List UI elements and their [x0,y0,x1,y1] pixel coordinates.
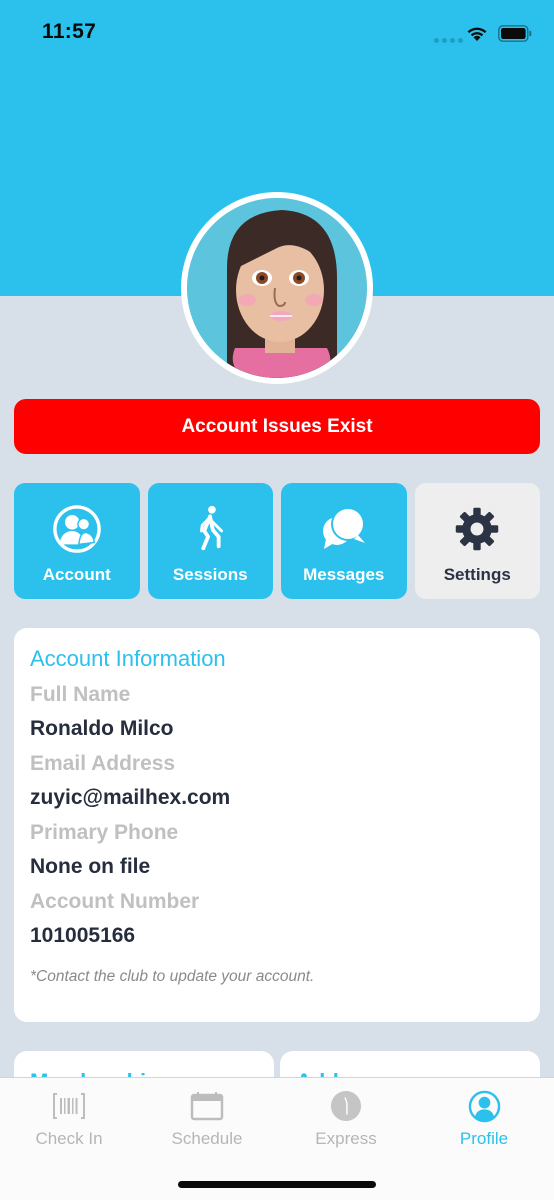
home-indicator[interactable] [178,1181,376,1188]
email-label: Email Address [30,752,176,775]
contact-note: *Contact the club to update your account… [30,968,315,985]
avatar-image [187,198,367,378]
status-time: 11:57 [42,20,97,43]
tile-label: Messages [303,565,385,584]
barcode-icon [52,1089,86,1123]
settings-tile-button[interactable]: Settings [414,483,540,599]
clock-icon [329,1089,363,1123]
chat-bubbles-icon [318,503,370,555]
tile-label: Settings [443,565,511,584]
profile-avatar[interactable] [181,192,373,384]
tab-profile[interactable]: Profile [415,1078,553,1162]
users-circle-icon [51,503,103,555]
gear-icon [451,503,503,555]
calendar-icon [190,1089,224,1123]
phone-label: Primary Phone [30,821,179,844]
cellular-signal-icon [434,38,463,43]
tab-label: Check In [35,1129,103,1148]
tab-schedule[interactable]: Schedule [138,1078,276,1162]
tile-label: Sessions [172,565,248,584]
phone-value: None on file [30,855,151,878]
profile-icon [467,1089,501,1123]
account-number-value: 101005166 [30,924,136,947]
quick-actions: Account Sessions Messages Settings [14,483,540,599]
battery-icon [498,25,532,42]
card-title: Account Information [30,646,226,671]
full-name-label: Full Name [30,683,131,706]
messages-tile-button[interactable]: Messages [281,483,407,599]
tab-label: Express [315,1129,377,1148]
tab-express[interactable]: Express [277,1078,415,1162]
wifi-icon [467,27,487,41]
tile-label: Account [42,565,111,584]
account-information-card: Account Information Full Name Ronaldo Mi… [14,628,540,1022]
email-value: zuyic@mailhex.com [30,786,231,809]
account-tile-button[interactable]: Account [14,483,140,599]
tab-label: Profile [459,1129,509,1148]
tab-label: Schedule [171,1129,243,1148]
account-issues-banner[interactable]: Account Issues Exist [14,399,540,454]
status-bar: 11:57 [0,0,554,68]
account-number-label: Account Number [30,890,200,913]
tab-check-in[interactable]: Check In [0,1078,138,1162]
full-name-value: Ronaldo Milco [30,717,174,740]
walking-person-icon [184,503,236,555]
tab-bar: Check In Schedule Express Profile [0,1077,554,1200]
sessions-tile-button[interactable]: Sessions [147,483,273,599]
